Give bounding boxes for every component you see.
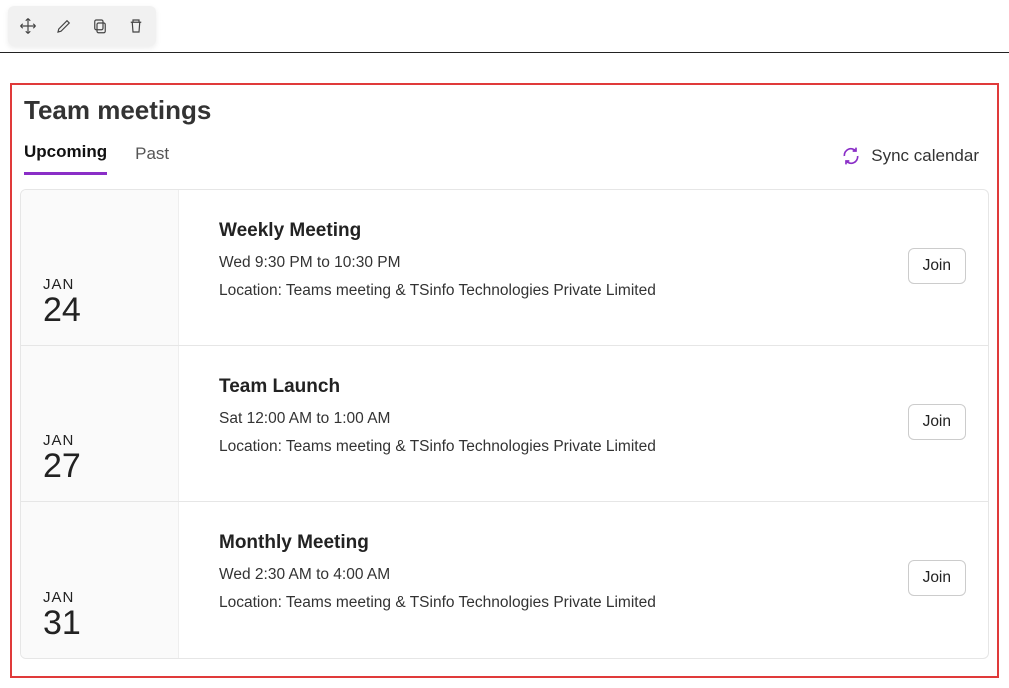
date-cell: JAN 24 — [21, 190, 179, 345]
delete-icon[interactable] — [118, 8, 154, 44]
copy-icon[interactable] — [82, 8, 118, 44]
move-icon[interactable] — [10, 8, 46, 44]
meeting-time: Sat 12:00 AM to 1:00 AM — [219, 410, 908, 428]
meeting-body: Weekly Meeting Wed 9:30 PM to 10:30 PM L… — [179, 190, 988, 345]
date-day: 27 — [43, 449, 178, 485]
meeting-row: JAN 27 Team Launch Sat 12:00 AM to 1:00 … — [21, 346, 988, 502]
meeting-row: JAN 31 Monthly Meeting Wed 2:30 AM to 4:… — [21, 502, 988, 658]
meeting-title: Monthly Meeting — [219, 532, 908, 554]
meeting-body: Monthly Meeting Wed 2:30 AM to 4:00 AM L… — [179, 502, 988, 658]
date-cell: JAN 31 — [21, 502, 179, 658]
meeting-location: Location: Teams meeting & TSinfo Technol… — [219, 594, 908, 612]
meeting-time: Wed 9:30 PM to 10:30 PM — [219, 254, 908, 272]
join-button[interactable]: Join — [908, 404, 966, 440]
meeting-text: Team Launch Sat 12:00 AM to 1:00 AM Loca… — [219, 376, 908, 456]
editor-toolbar — [0, 0, 1009, 53]
date-cell: JAN 27 — [21, 346, 179, 501]
meeting-text: Monthly Meeting Wed 2:30 AM to 4:00 AM L… — [219, 532, 908, 612]
toolbar-group — [8, 6, 156, 46]
meeting-title: Team Launch — [219, 376, 908, 398]
join-button[interactable]: Join — [908, 560, 966, 596]
date-day: 24 — [43, 293, 178, 329]
date-day: 31 — [43, 606, 178, 642]
edit-icon[interactable] — [46, 8, 82, 44]
join-button[interactable]: Join — [908, 248, 966, 284]
tab-past[interactable]: Past — [135, 138, 169, 174]
tab-upcoming[interactable]: Upcoming — [24, 136, 107, 175]
meeting-text: Weekly Meeting Wed 9:30 PM to 10:30 PM L… — [219, 220, 908, 300]
tabs-row: Upcoming Past Sync calendar — [20, 136, 989, 175]
meeting-body: Team Launch Sat 12:00 AM to 1:00 AM Loca… — [179, 346, 988, 501]
meeting-location: Location: Teams meeting & TSinfo Technol… — [219, 282, 908, 300]
meeting-location: Location: Teams meeting & TSinfo Technol… — [219, 438, 908, 456]
sync-label: Sync calendar — [871, 146, 979, 166]
meetings-list: JAN 24 Weekly Meeting Wed 9:30 PM to 10:… — [20, 189, 989, 659]
meeting-row: JAN 24 Weekly Meeting Wed 9:30 PM to 10:… — [21, 190, 988, 346]
meeting-time: Wed 2:30 AM to 4:00 AM — [219, 566, 908, 584]
meetings-card: Team meetings Upcoming Past Sync calenda… — [10, 83, 999, 678]
refresh-icon — [841, 146, 861, 166]
sync-calendar-button[interactable]: Sync calendar — [841, 146, 985, 166]
meeting-title: Weekly Meeting — [219, 220, 908, 242]
card-title: Team meetings — [24, 95, 985, 126]
